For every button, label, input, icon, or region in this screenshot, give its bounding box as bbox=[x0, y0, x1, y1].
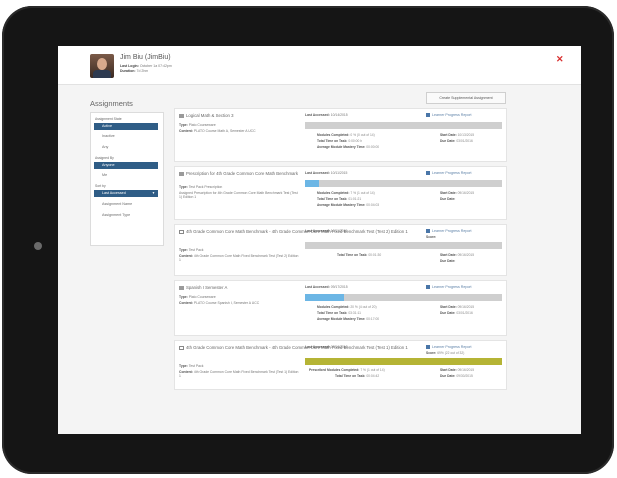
learner-progress-report-link[interactable]: Learner Progress Report bbox=[426, 113, 472, 118]
assignment-card: 4th Grade Common Core Math Benchmark - 4… bbox=[174, 224, 507, 276]
stat-line: Prescribed Modules Completed: 7 % (1 out… bbox=[309, 368, 385, 372]
filter-state-any[interactable]: Any bbox=[94, 144, 158, 151]
courseware-icon bbox=[179, 285, 184, 290]
due-date: Due Date: 03/01/2016 bbox=[440, 311, 473, 315]
assignment-type: Type: Test Pack Prescription bbox=[179, 185, 223, 189]
prescription-icon bbox=[179, 171, 184, 176]
assignment-type: Type: Plato Courseware bbox=[179, 295, 216, 299]
stat-line: Total Time on Task: 00:01:30 bbox=[337, 253, 382, 257]
stat-line: Average Module Mastery Time: 00:00:00 bbox=[317, 145, 380, 149]
filter-assigned-anyone[interactable]: Anyone bbox=[94, 162, 158, 169]
due-date: Due Date: bbox=[440, 197, 456, 201]
stat-line: Modules Completed: 20 % (4 out of 20) bbox=[317, 305, 377, 309]
stat-line: Average Module Mastery Time: 00:17:00 bbox=[317, 317, 380, 321]
sort-last-accessed[interactable]: Last Accessed ▼ bbox=[94, 190, 158, 197]
courseware-icon bbox=[179, 113, 184, 118]
assignment-type: Type: Plato Courseware bbox=[179, 123, 216, 127]
camera-icon bbox=[34, 242, 42, 250]
assignment-card: 4th Grade Common Core Math Benchmark - 4… bbox=[174, 340, 507, 390]
progress-bar bbox=[305, 358, 502, 365]
session-duration: Duration: 7d 2hm bbox=[120, 69, 149, 73]
progress-bar bbox=[305, 242, 502, 249]
due-date: Due Date: 03/01/2016 bbox=[440, 139, 473, 143]
test-pack-icon bbox=[179, 345, 184, 350]
progress-bar bbox=[305, 122, 502, 129]
learner-progress-report-link[interactable]: Learner Progress Report bbox=[426, 171, 472, 176]
assignment-content: Content: PLATO Course Math A, Semester A… bbox=[179, 129, 256, 133]
test-pack-icon bbox=[179, 229, 184, 234]
stat-line: Total Time on Task: 00:04:42 bbox=[335, 374, 380, 378]
assignment-card: Prescription for 4th Grade Common Core M… bbox=[174, 166, 507, 220]
last-accessed: Last Accessed: 09/16/2015 bbox=[305, 345, 348, 349]
user-name: Jim Biu (JimBiu) bbox=[120, 54, 171, 61]
app-screen: Jim Biu (JimBiu) Last Login: October 1a … bbox=[58, 46, 581, 434]
score: Score: bbox=[426, 235, 437, 239]
stat-line: Modules Completed: 0 % (0 out of 14) bbox=[317, 133, 375, 137]
assignment-title[interactable]: Spanish I Semester A bbox=[179, 285, 227, 290]
filter-sidebar: Assignment State Active Inactive Any Ass… bbox=[90, 112, 164, 246]
learner-progress-report-link[interactable]: Learner Progress Report bbox=[426, 285, 472, 290]
start-date: Start Date: 09/16/2015 bbox=[440, 253, 475, 257]
chevron-down-icon: ▼ bbox=[151, 191, 155, 195]
start-date: Start Date: 09/16/2015 bbox=[440, 191, 475, 195]
filter-state-inactive[interactable]: Inactive bbox=[94, 133, 158, 140]
last-login: Last Login: October 1a 07:42pm bbox=[120, 64, 172, 68]
last-accessed: Last Accessed: 09/17/2015 bbox=[305, 285, 348, 289]
page-title: Assignments bbox=[90, 99, 133, 108]
sort-assignment-name[interactable]: Assignment Name bbox=[94, 201, 158, 208]
assignment-title[interactable]: Prescription for 4th Grade Common Core M… bbox=[179, 171, 298, 176]
progress-bar bbox=[305, 294, 502, 301]
progress-bar bbox=[305, 180, 502, 187]
start-date: Start Date: 10/13/2015 bbox=[440, 133, 475, 137]
last-accessed: Last Accessed: 10/11/2015 bbox=[305, 171, 348, 175]
last-accessed: Last Accessed: 10/11/2015 bbox=[305, 229, 348, 233]
create-supplemental-assignment-button[interactable]: Create Supplemental Assignment bbox=[426, 92, 506, 104]
avatar bbox=[90, 54, 114, 78]
assigned-by-label: Assigned By bbox=[95, 156, 114, 160]
start-date: Start Date: 09/16/2015 bbox=[440, 305, 475, 309]
sort-by-label: Sort by bbox=[95, 184, 106, 188]
stat-line: Total Time on Task: 01:01:21 bbox=[317, 197, 362, 201]
user-header: Jim Biu (JimBiu) Last Login: October 1a … bbox=[58, 46, 581, 85]
learner-progress-report-link[interactable]: Learner Progress Report bbox=[426, 345, 472, 350]
assignment-card: Spanish I Semester A Type: Plato Coursew… bbox=[174, 280, 507, 336]
stat-line: Total Time on Task: 0:00:00 h bbox=[317, 139, 363, 143]
assignment-type: Type: Test Pack bbox=[179, 364, 204, 368]
last-accessed: Last Accessed: 10/14/2015 bbox=[305, 113, 348, 117]
start-date: Start Date: 09/16/2015 bbox=[440, 368, 475, 372]
learner-progress-report-link[interactable]: Learner Progress Report bbox=[426, 229, 472, 234]
assignment-content: Content: 4th Grade Common Core Math Fixe… bbox=[179, 254, 299, 262]
sort-assignment-type[interactable]: Assignment Type bbox=[94, 212, 158, 219]
score: Score: 69% (22 out of 32) bbox=[426, 351, 465, 355]
bar-chart-icon bbox=[426, 229, 430, 234]
assignment-state-label: Assignment State bbox=[95, 117, 122, 121]
assignment-card: Logical Math & Section 3 Type: Plato Cou… bbox=[174, 108, 507, 162]
filter-assigned-me[interactable]: Me bbox=[94, 172, 158, 179]
filter-state-active[interactable]: Active bbox=[94, 123, 158, 130]
bar-chart-icon bbox=[426, 345, 430, 350]
stat-line: Total Time on Task: 03:31:11 bbox=[317, 311, 361, 315]
due-date: Due Date: bbox=[440, 259, 456, 263]
bar-chart-icon bbox=[426, 113, 430, 118]
bar-chart-icon bbox=[426, 285, 430, 290]
due-date: Due Date: 09/30/2015 bbox=[440, 374, 473, 378]
assignment-type: Type: Test Pack bbox=[179, 248, 204, 252]
assignment-content: Content: 4th Grade Common Core Math Fixe… bbox=[179, 370, 299, 378]
assignment-content: Content: PLATO Course Spanish I, Semeste… bbox=[179, 301, 260, 305]
close-icon[interactable]: ✕ bbox=[556, 54, 564, 65]
stat-line: Modules Completed: 7 % (1 out of 14) bbox=[317, 191, 375, 195]
assignment-title[interactable]: Logical Math & Section 3 bbox=[179, 113, 234, 118]
bar-chart-icon bbox=[426, 171, 430, 176]
stat-line: Average Module Mastery Time: 00:04:03 bbox=[317, 203, 380, 207]
assignment-content: Assigned Prescription for 4th Grade Comm… bbox=[179, 191, 298, 199]
